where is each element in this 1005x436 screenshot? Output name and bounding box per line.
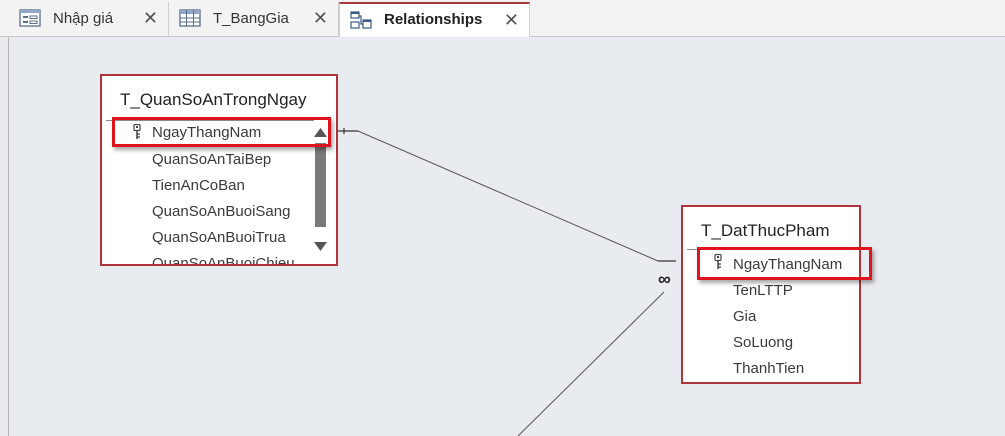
relationship-line-ngaythangnam[interactable]: [338, 128, 676, 262]
relationship-line-lower[interactable]: [517, 291, 665, 436]
highlight-box-quanso-ngaythangnam: [112, 117, 331, 147]
field-tenlttp[interactable]: TenLTTP: [733, 282, 793, 299]
field-tienancoban[interactable]: TienAnCoBan: [152, 177, 245, 194]
scrollbar-thumb[interactable]: [315, 143, 326, 227]
many-symbol: ∞: [658, 269, 671, 289]
table-title[interactable]: T_QuanSoAnTrongNgay: [120, 90, 306, 110]
field-quansoanbuoitrua[interactable]: QuanSoAnBuoiTrua: [152, 229, 286, 246]
field-quansoanbuoisang[interactable]: QuanSoAnBuoiSang: [152, 203, 290, 220]
table-box-t-quansoantrongngay[interactable]: T_QuanSoAnTrongNgay NgayThangNam QuanSoA…: [100, 74, 338, 266]
field-thanhtien[interactable]: ThanhTien: [733, 360, 804, 377]
field-quansoanbuoichieu[interactable]: QuanSoAnBuoiChieu: [152, 255, 295, 264]
highlight-box-datthuc-ngaythangnam: [697, 247, 872, 280]
table-box-t-datthucpham[interactable]: T_DatThucPham NgayThangNam TenLTTP Gia S…: [681, 205, 861, 384]
field-quansoantaibep[interactable]: QuanSoAnTaiBep: [152, 151, 271, 168]
field-soluong[interactable]: SoLuong: [733, 334, 793, 351]
scroll-down-arrow-icon[interactable]: [312, 240, 329, 254]
field-gia[interactable]: Gia: [733, 308, 756, 325]
table-title[interactable]: T_DatThucPham: [701, 221, 830, 241]
